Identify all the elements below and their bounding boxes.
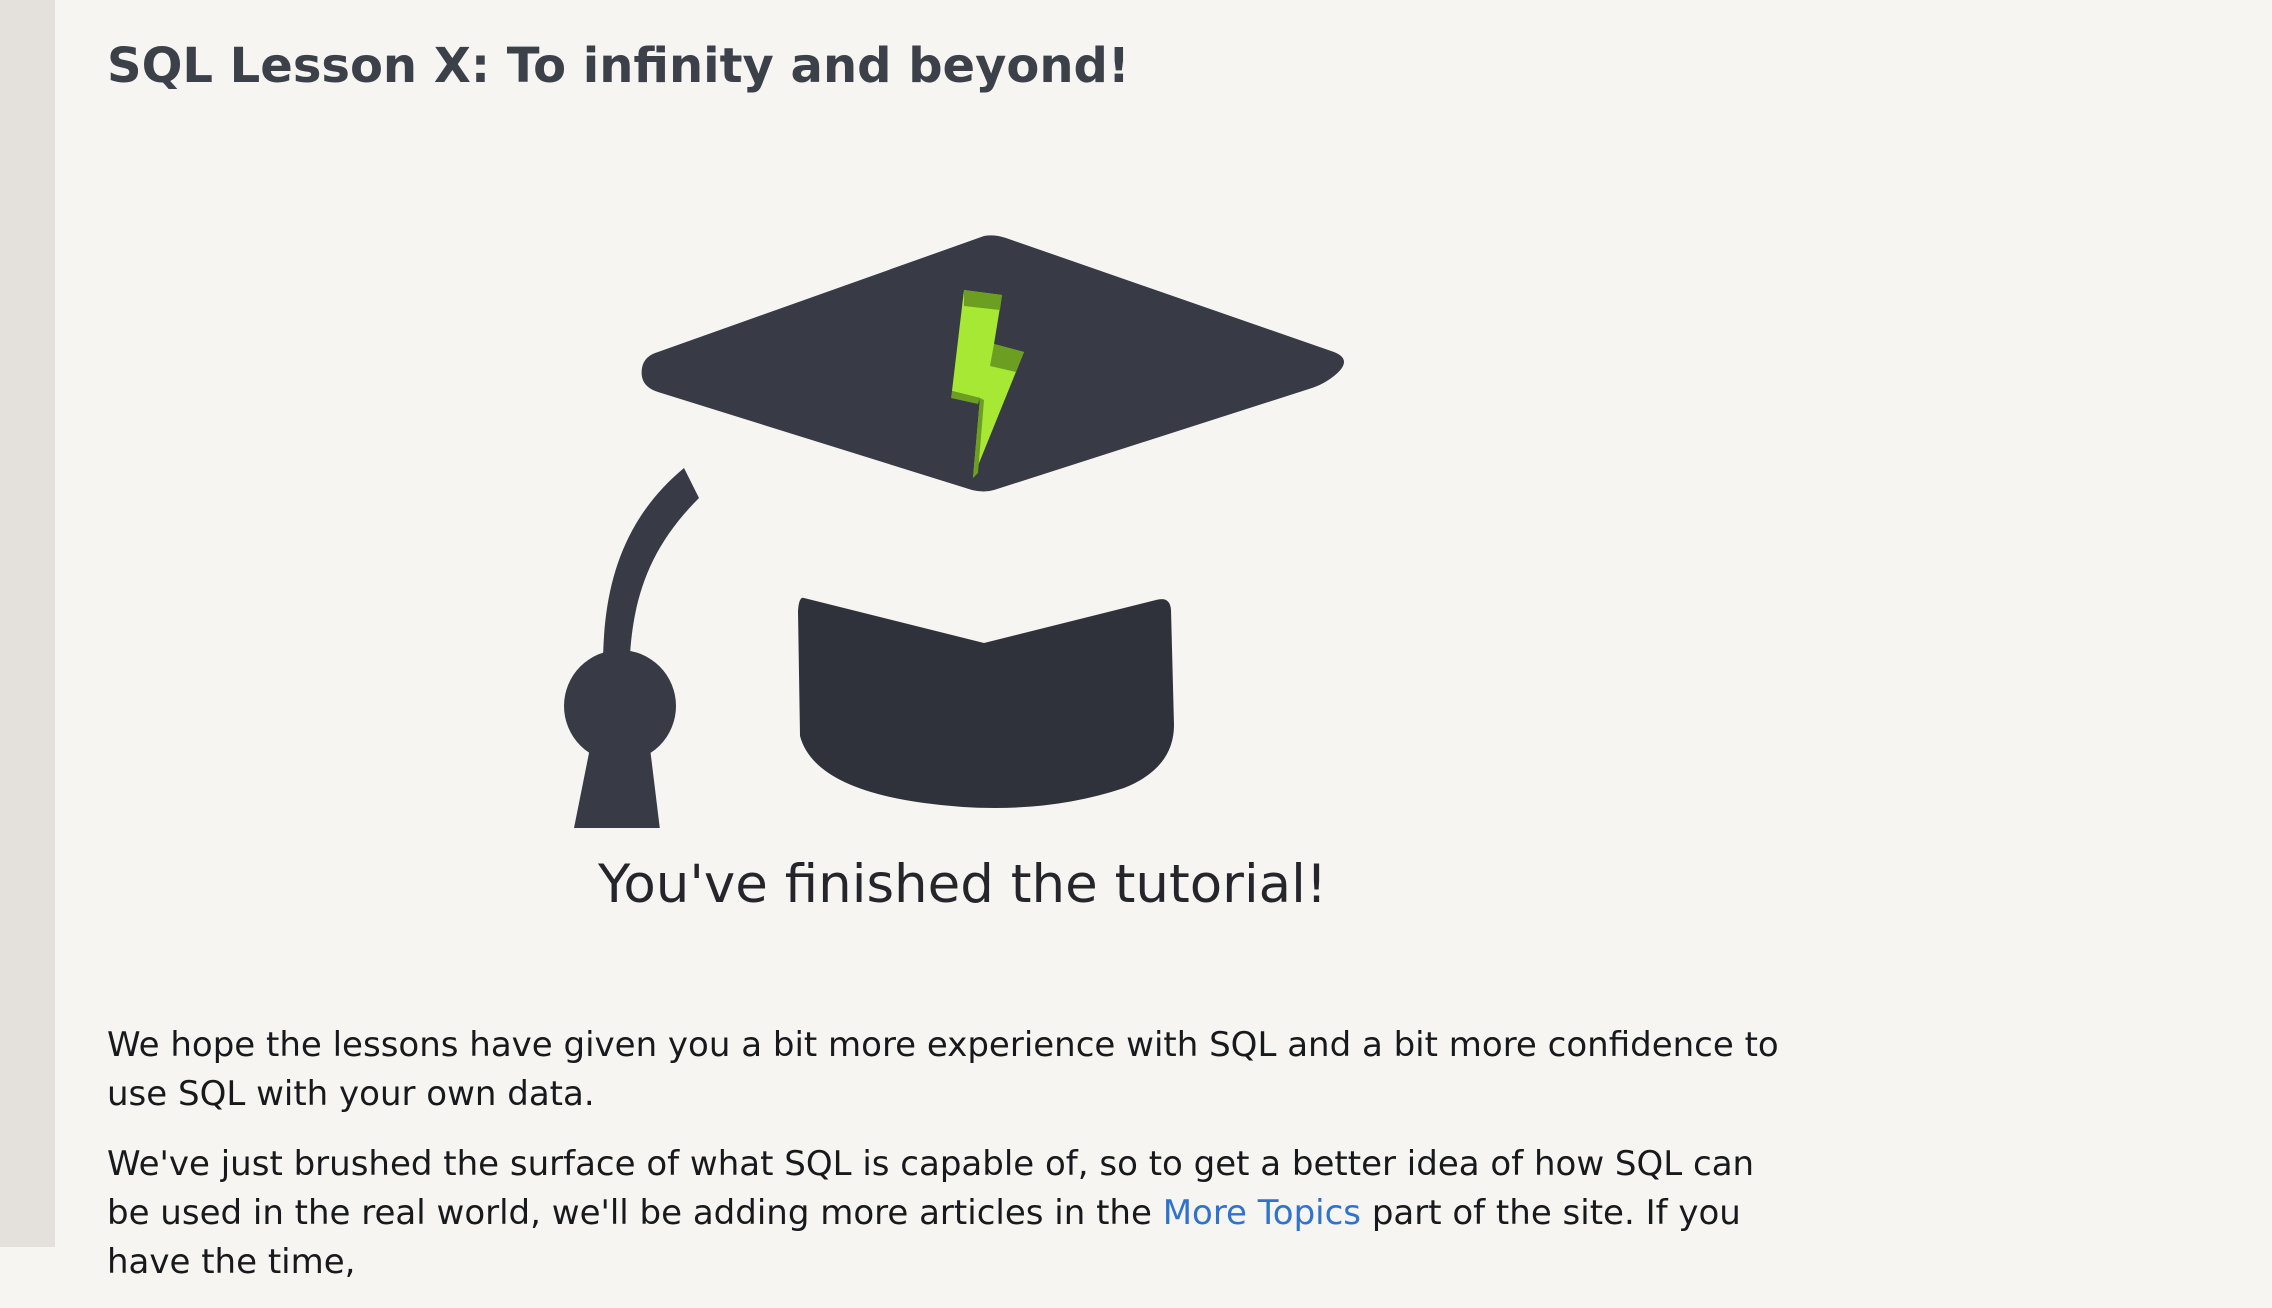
tassel-knot (564, 650, 676, 762)
paragraph-1: We hope the lessons have given you a bit… (107, 1025, 1779, 1114)
lesson-title: SQL Lesson X: To infinity and beyond! (107, 38, 1130, 94)
lesson-body: We hope the lessons have given you a bit… (107, 1021, 1787, 1308)
tassel-fringe (574, 748, 660, 828)
cap-base (798, 597, 1174, 808)
lesson-content: SQL Lesson X: To infinity and beyond! Yo… (107, 0, 2007, 1282)
graduation-cap-icon (564, 235, 1344, 828)
paragraph-2: We've just brushed the surface of what S… (107, 1140, 1787, 1287)
completion-caption: You've finished the tutorial! (598, 854, 1328, 915)
more-topics-link[interactable]: More Topics (1163, 1193, 1361, 1233)
left-rail (0, 0, 55, 1247)
